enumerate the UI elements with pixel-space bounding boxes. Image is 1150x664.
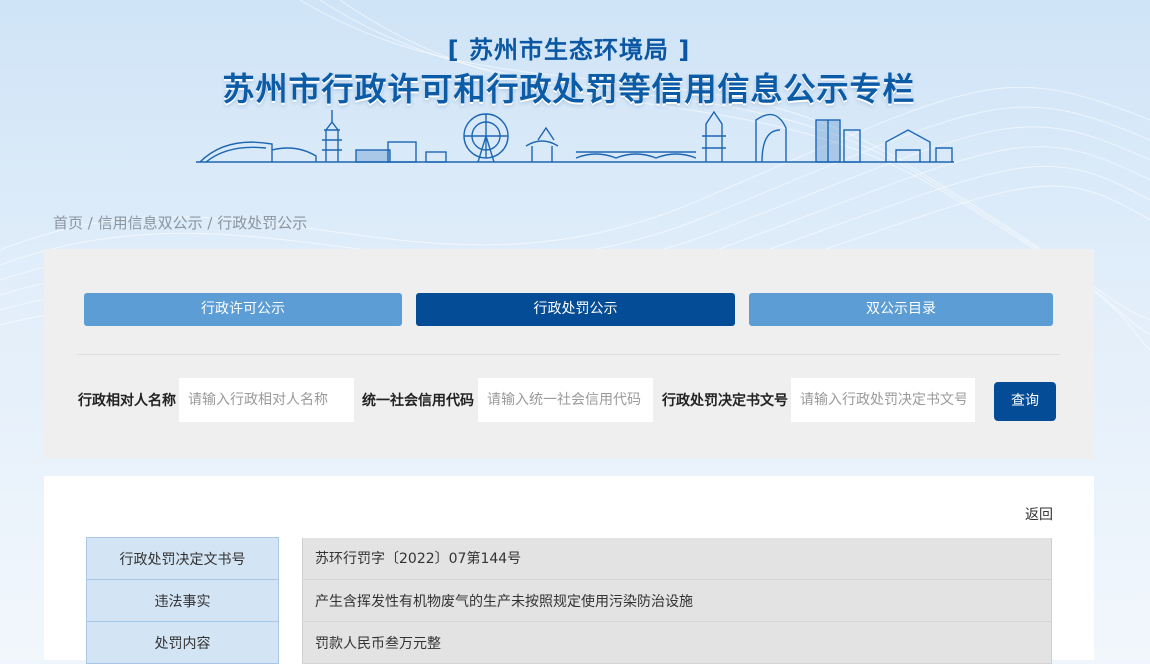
back-link[interactable]: 返回	[1025, 504, 1053, 524]
party-name-label: 行政相对人名称	[78, 393, 176, 409]
divider	[77, 354, 1060, 355]
tab-admin-license[interactable]: 行政许可公示	[84, 293, 402, 326]
detail-key: 处罚内容	[86, 621, 279, 664]
detail-table: 行政处罚决定文书号 苏环行罚字〔2022〕07第144号 违法事实 产生含挥发性…	[86, 537, 1052, 664]
table-row: 处罚内容 罚款人民币叁万元整	[86, 621, 1052, 664]
decision-number-label: 行政处罚决定书文号	[662, 393, 788, 409]
detail-panel: 返回 行政处罚决定文书号 苏环行罚字〔2022〕07第144号 违法事实 产生含…	[44, 476, 1094, 664]
breadcrumb-home-link[interactable]: 首页	[53, 214, 83, 232]
party-name-input[interactable]	[179, 378, 354, 422]
table-row: 违法事实 产生含挥发性有机物废气的生产未按照规定使用污染防治设施	[86, 579, 1052, 622]
breadcrumb-current: 行政处罚公示	[217, 214, 308, 232]
detail-value: 罚款人民币叁万元整	[302, 621, 1052, 664]
credit-code-label: 统一社会信用代码	[362, 393, 474, 409]
breadcrumb-separator: /	[83, 214, 98, 232]
page-header: [ 苏州市生态环境局 ] 苏州市行政许可和行政处罚等信用信息公示专栏	[0, 0, 1150, 200]
table-row: 行政处罚决定文书号 苏环行罚字〔2022〕07第144号	[86, 537, 1052, 580]
search-panel: 行政许可公示 行政处罚公示 双公示目录 行政相对人名称 统一社会信用代码 行政处…	[44, 249, 1094, 458]
agency-subtitle: [ 苏州市生态环境局 ]	[447, 36, 691, 64]
breadcrumb: 首页 / 信用信息双公示 / 行政处罚公示	[53, 212, 307, 233]
city-skyline-illustration	[196, 110, 954, 163]
query-button[interactable]: 查询	[994, 382, 1056, 421]
detail-value: 苏环行罚字〔2022〕07第144号	[302, 537, 1052, 580]
credit-code-input[interactable]	[478, 378, 653, 422]
detail-key: 违法事实	[86, 579, 279, 622]
tab-admin-penalty[interactable]: 行政处罚公示	[416, 293, 735, 326]
decision-number-input[interactable]	[791, 378, 975, 422]
detail-key: 行政处罚决定文书号	[86, 537, 279, 580]
breadcrumb-separator: /	[202, 214, 218, 232]
tab-disclosure-catalog[interactable]: 双公示目录	[749, 293, 1053, 326]
detail-value: 产生含挥发性有机物废气的生产未按照规定使用污染防治设施	[302, 579, 1052, 622]
breadcrumb-dual-disclosure-link[interactable]: 信用信息双公示	[98, 214, 203, 232]
